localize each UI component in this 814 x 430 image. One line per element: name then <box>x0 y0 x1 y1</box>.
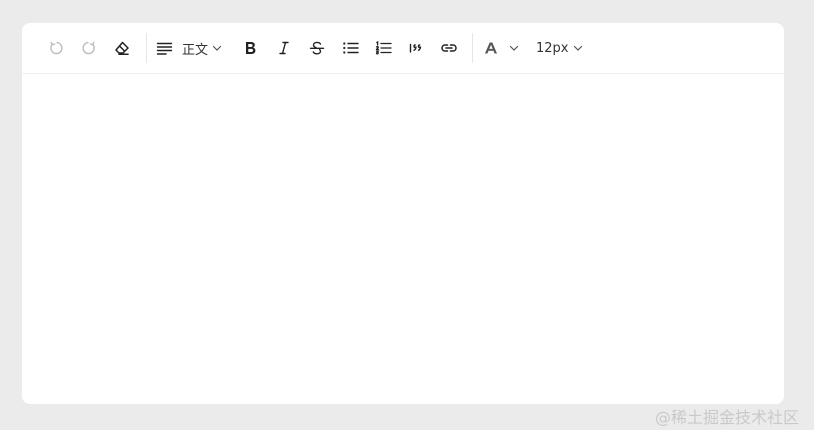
rich-text-editor: 正文 12px <box>22 23 784 404</box>
toolbar-divider <box>472 33 473 63</box>
bold-button[interactable] <box>240 35 260 61</box>
clear-format-button[interactable] <box>112 35 132 61</box>
font-color-select[interactable] <box>484 35 522 61</box>
font-size-label: 12px <box>536 40 569 56</box>
paragraph-style-label: 正文 <box>182 42 209 58</box>
quote-icon <box>409 43 422 53</box>
redo-button[interactable] <box>79 35 99 61</box>
bold-icon <box>246 42 256 54</box>
undo-button[interactable] <box>46 35 66 61</box>
eraser-icon <box>115 41 129 56</box>
bulleted-list-button[interactable] <box>340 35 360 61</box>
watermark: @稀土掘金技术社区 <box>655 408 800 427</box>
redo-icon <box>82 41 95 55</box>
font-color-icon <box>485 42 497 54</box>
numbered-list-button[interactable] <box>373 35 393 61</box>
blockquote-button[interactable] <box>406 35 426 61</box>
chevron-down-icon <box>573 45 582 51</box>
chevron-down-icon <box>509 45 519 51</box>
strikethrough-button[interactable] <box>307 35 327 61</box>
paragraph-style-select[interactable]: 正文 <box>156 35 230 61</box>
italic-icon <box>279 41 289 55</box>
editor-content-area[interactable] <box>22 74 784 404</box>
italic-button[interactable] <box>274 35 294 61</box>
font-size-select[interactable]: 12px <box>536 35 586 61</box>
editor-toolbar: 正文 12px <box>22 23 784 74</box>
bulleted-list-icon <box>342 42 359 54</box>
link-icon <box>441 44 457 52</box>
align-left-icon <box>156 42 173 55</box>
undo-icon <box>50 41 63 55</box>
chevron-down-icon <box>212 45 222 51</box>
numbered-list-icon <box>375 40 392 55</box>
toolbar-divider <box>146 33 147 63</box>
strikethrough-icon <box>309 41 325 55</box>
insert-link-button[interactable] <box>439 35 459 61</box>
